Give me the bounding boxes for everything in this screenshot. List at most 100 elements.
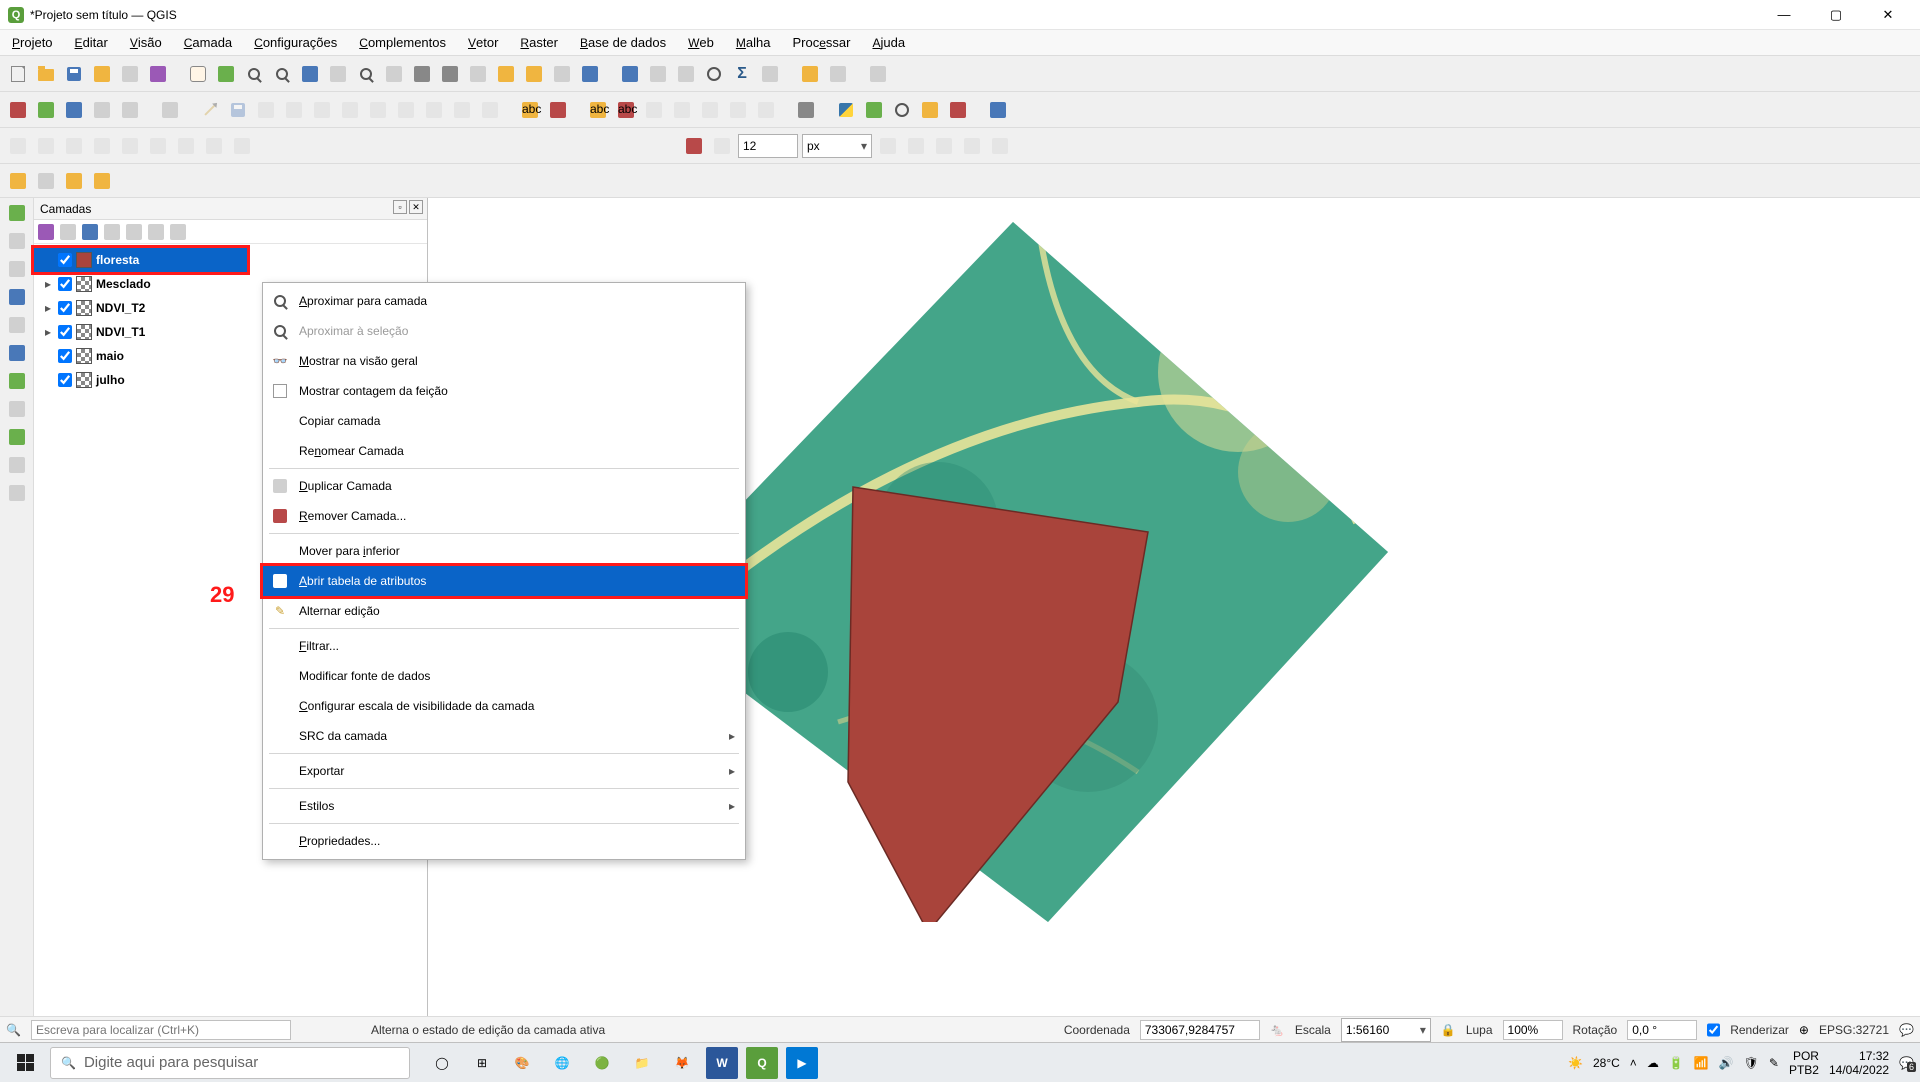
select-by-expr-button[interactable] bbox=[62, 169, 86, 193]
expand-icon[interactable]: ▸ bbox=[42, 325, 54, 339]
render-checkbox[interactable] bbox=[1707, 1020, 1720, 1040]
add-postgis-button[interactable] bbox=[5, 342, 29, 364]
menu-projeto[interactable]: Projeto bbox=[6, 33, 59, 52]
layer-style-button[interactable] bbox=[38, 224, 54, 240]
task-media-icon[interactable]: ▶ bbox=[786, 1047, 818, 1079]
adv-dig-6[interactable] bbox=[146, 134, 170, 158]
menu-camada[interactable]: Camada bbox=[178, 33, 238, 52]
select-features-button[interactable] bbox=[6, 169, 30, 193]
label-rotate-button[interactable]: abc bbox=[614, 98, 638, 122]
crs-label[interactable]: EPSG:32721 bbox=[1819, 1023, 1889, 1037]
expand-icon[interactable]: ▸ bbox=[42, 277, 54, 291]
label-change-button[interactable] bbox=[726, 98, 750, 122]
layer-add-group-button[interactable] bbox=[60, 224, 76, 240]
menu-editar[interactable]: Editar bbox=[69, 33, 114, 52]
save-project-button[interactable] bbox=[62, 62, 86, 86]
tray-volume-icon[interactable]: 🔊 bbox=[1719, 1056, 1734, 1070]
maximize-button[interactable]: ▢ bbox=[1816, 5, 1856, 25]
rot-input[interactable] bbox=[1627, 1020, 1697, 1040]
menu-complementos[interactable]: Complementos bbox=[353, 33, 452, 52]
copy-feature-button[interactable] bbox=[394, 98, 418, 122]
layer-visibility-checkbox[interactable] bbox=[58, 277, 72, 291]
field-calc-button[interactable] bbox=[674, 62, 698, 86]
add-mesh-button[interactable] bbox=[5, 258, 29, 280]
task-edge-icon[interactable]: 🌐 bbox=[546, 1047, 578, 1079]
layer-visibility-checkbox[interactable] bbox=[58, 349, 72, 363]
snap-self-button[interactable] bbox=[960, 134, 984, 158]
expand-icon[interactable]: ▸ bbox=[42, 301, 54, 315]
topo-edit-button[interactable] bbox=[876, 134, 900, 158]
ctx-copiar-camada[interactable]: Copiar camada bbox=[263, 406, 745, 436]
add-vector-button[interactable] bbox=[5, 202, 29, 224]
ctx-estilos[interactable]: Estilos▸ bbox=[263, 791, 745, 821]
ctx-modificar-fonte-de-dados[interactable]: Modificar fonte de dados bbox=[263, 661, 745, 691]
layer-visibility-checkbox[interactable] bbox=[58, 373, 72, 387]
pan-button[interactable] bbox=[186, 62, 210, 86]
messages-icon[interactable]: 💬 bbox=[1899, 1023, 1914, 1037]
zoom-full-button[interactable] bbox=[298, 62, 322, 86]
adv-dig-4[interactable] bbox=[90, 134, 114, 158]
ctx-mostrar-contagem-da-fei-o[interactable]: Mostrar contagem da feição bbox=[263, 376, 745, 406]
menu-ajuda[interactable]: Ajuda bbox=[866, 33, 911, 52]
adv-dig-8[interactable] bbox=[202, 134, 226, 158]
ctx-mostrar-na-vis-o-geral[interactable]: 👓Mostrar na visão geral bbox=[263, 346, 745, 376]
menu-processar[interactable]: Processar bbox=[786, 33, 856, 52]
mag-input[interactable] bbox=[1503, 1020, 1563, 1040]
add-feature-button[interactable] bbox=[254, 98, 278, 122]
menu-raster[interactable]: Raster bbox=[514, 33, 564, 52]
tray-onedrive-icon[interactable]: ☁ bbox=[1647, 1056, 1659, 1070]
extents-icon[interactable]: 🐁 bbox=[1270, 1023, 1285, 1037]
layout-manager-button[interactable] bbox=[118, 62, 142, 86]
undo-button[interactable] bbox=[450, 98, 474, 122]
minimize-button[interactable]: — bbox=[1764, 5, 1804, 25]
layer-item-floresta[interactable]: floresta bbox=[34, 248, 247, 272]
new-geopackage-button[interactable] bbox=[34, 98, 58, 122]
refresh-button[interactable] bbox=[578, 62, 602, 86]
layer-visibility-checkbox[interactable] bbox=[58, 253, 72, 267]
plugin-a-button[interactable] bbox=[918, 98, 942, 122]
weather-icon[interactable]: ☀️ bbox=[1568, 1056, 1583, 1070]
layer-collapse-button[interactable] bbox=[148, 224, 164, 240]
menu-web[interactable]: Web bbox=[682, 33, 720, 52]
zoom-last-button[interactable] bbox=[410, 62, 434, 86]
redo-button[interactable] bbox=[478, 98, 502, 122]
open-project-button[interactable] bbox=[34, 62, 58, 86]
measure-button[interactable] bbox=[758, 62, 782, 86]
label-pin-button[interactable] bbox=[642, 98, 666, 122]
adv-dig-7[interactable] bbox=[174, 134, 198, 158]
panel-float-button[interactable]: ▫ bbox=[393, 200, 407, 214]
new-map-view-button[interactable] bbox=[466, 62, 490, 86]
zoom-layer-button[interactable] bbox=[354, 62, 378, 86]
menu-configurações[interactable]: Configurações bbox=[248, 33, 343, 52]
cut-feature-button[interactable] bbox=[366, 98, 390, 122]
ctx-aproximar-para-camada[interactable]: Aproximar para camada bbox=[263, 286, 745, 316]
show-bookmarks-button[interactable] bbox=[522, 62, 546, 86]
node-tool-button[interactable] bbox=[310, 98, 334, 122]
label-tool-button[interactable]: abc bbox=[518, 98, 542, 122]
plugin-globe-button[interactable] bbox=[794, 98, 818, 122]
snap-intersect-button[interactable] bbox=[932, 134, 956, 158]
python-console-button[interactable] bbox=[834, 98, 858, 122]
add-spatialite-button[interactable] bbox=[5, 314, 29, 336]
scale-combo[interactable]: 1:56160 bbox=[1341, 1018, 1431, 1042]
ctx-renomear-camada[interactable]: Renomear Camada bbox=[263, 436, 745, 466]
snapping-toggle-button[interactable] bbox=[682, 134, 706, 158]
label-show-button[interactable] bbox=[670, 98, 694, 122]
data-source-manager-button[interactable] bbox=[6, 98, 30, 122]
save-edits-button[interactable] bbox=[226, 98, 250, 122]
adv-dig-5[interactable] bbox=[118, 134, 142, 158]
plugin-b-button[interactable] bbox=[946, 98, 970, 122]
menu-malha[interactable]: Malha bbox=[730, 33, 777, 52]
task-cortana-icon[interactable]: ◯ bbox=[426, 1047, 458, 1079]
layer-visibility-checkbox[interactable] bbox=[58, 301, 72, 315]
ctx-mover-para-inferior[interactable]: Mover para inferior bbox=[263, 536, 745, 566]
tray-clock[interactable]: 17:3214/04/2022 bbox=[1829, 1049, 1889, 1077]
label-hide-button[interactable] bbox=[698, 98, 722, 122]
ctx-filtrar-[interactable]: Filtrar... bbox=[263, 631, 745, 661]
ctx-exportar[interactable]: Exportar▸ bbox=[263, 756, 745, 786]
adv-dig-3[interactable] bbox=[62, 134, 86, 158]
snap-tolerance-input[interactable]: 12 bbox=[738, 134, 798, 158]
new-spatialite-button[interactable] bbox=[90, 98, 114, 122]
layer-remove-button[interactable] bbox=[170, 224, 186, 240]
ctx-remover-camada-[interactable]: Remover Camada... bbox=[263, 501, 745, 531]
